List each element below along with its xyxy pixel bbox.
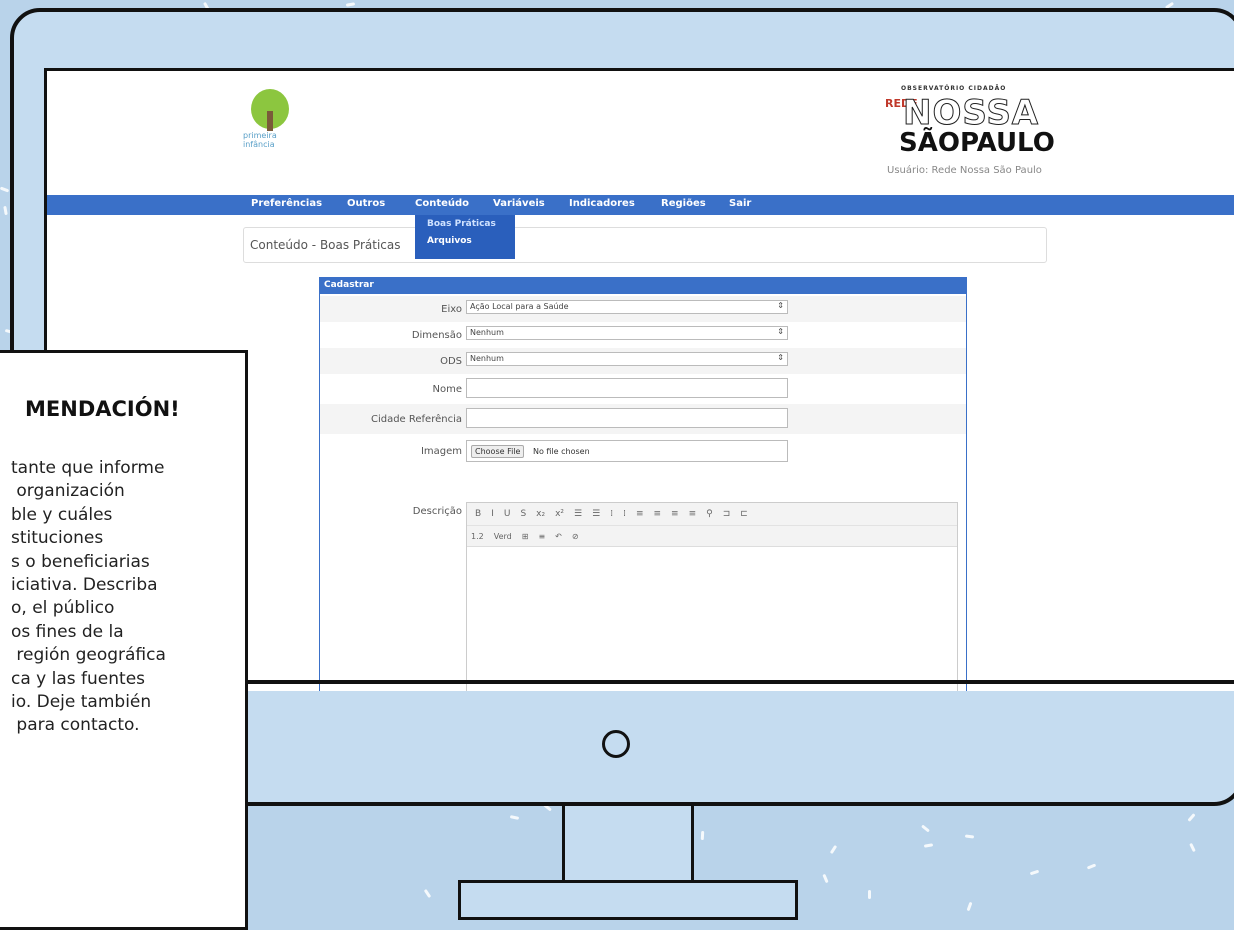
sprinkle bbox=[509, 815, 520, 820]
ods-label: ODS bbox=[440, 356, 462, 367]
logo-left-text: primeira infância bbox=[243, 131, 277, 149]
nav-sair[interactable]: Sair bbox=[729, 198, 751, 209]
nome-input[interactable] bbox=[466, 378, 788, 398]
card-text: tante que informe organización ble y cuá… bbox=[11, 458, 166, 736]
select-arrows-icon: ⇕ bbox=[777, 353, 784, 362]
breadcrumb: Conteúdo - Boas Práticas bbox=[250, 238, 401, 252]
imagem-file-input[interactable]: Choose File No file chosen bbox=[466, 440, 788, 462]
editor-toolbar-button[interactable]: ≡ bbox=[636, 509, 644, 519]
dropdown-boas-praticas[interactable]: Boas Práticas bbox=[415, 215, 515, 232]
editor-toolbar-button[interactable]: ☰ bbox=[592, 509, 600, 519]
sprinkle bbox=[829, 844, 838, 855]
editor-toolbar-button[interactable]: ≡ bbox=[538, 532, 545, 541]
dropdown-arquivos[interactable]: Arquivos bbox=[415, 232, 515, 249]
sprinkle bbox=[0, 186, 10, 193]
select-arrows-icon: ⇕ bbox=[777, 327, 784, 336]
editor-toolbar-row2: 1.2 Verd ⊞ ≡ ↶ ⊘ bbox=[467, 526, 957, 547]
editor-toolbar-button[interactable]: S bbox=[520, 509, 526, 519]
bezel-divider bbox=[242, 680, 1234, 684]
nav-preferencias[interactable]: Preferências bbox=[251, 198, 322, 209]
sprinkle bbox=[1086, 863, 1097, 870]
eixo-label: Eixo bbox=[441, 304, 462, 315]
nav-regioes[interactable]: Regiões bbox=[661, 198, 706, 209]
editor-toolbar-row1: B I U Sx₂ x² ☰ ☰ ⁞ ⁞ ≡ ≡ ≡ ≡ ⚲ ⊐ ⊏ bbox=[467, 503, 957, 526]
eixo-select[interactable]: Ação Local para a Saúde ⇕ bbox=[466, 300, 788, 314]
nav-outros[interactable]: Outros bbox=[347, 198, 385, 209]
nav-conteudo[interactable]: Conteúdo bbox=[415, 198, 469, 209]
editor-toolbar-button[interactable]: ⁞ bbox=[610, 509, 613, 519]
cadastrar-panel: Cadastrar Eixo Ação Local para a Saúde ⇕ … bbox=[319, 277, 967, 691]
dimensao-label: Dimensão bbox=[411, 330, 462, 341]
editor-toolbar-button[interactable]: ≡ bbox=[653, 509, 661, 519]
recommendation-card: MENDACIÓN! tante que informe organizació… bbox=[0, 350, 248, 930]
descricao-label: Descrição bbox=[412, 506, 462, 517]
sprinkle bbox=[822, 873, 829, 884]
editor-toolbar-button[interactable]: ☰ bbox=[574, 509, 582, 519]
editor-toolbar-button[interactable]: U bbox=[504, 509, 511, 519]
editor-toolbar-button[interactable]: ≡ bbox=[671, 509, 679, 519]
sprinkle bbox=[345, 2, 356, 7]
sprinkle bbox=[700, 830, 705, 841]
editor-toolbar-button[interactable]: ≡ bbox=[689, 509, 697, 519]
cidade-input[interactable] bbox=[466, 408, 788, 428]
cidade-row: Cidade Referência bbox=[320, 404, 966, 434]
sprinkle bbox=[1029, 869, 1040, 876]
primeira-infancia-logo: primeira infância bbox=[243, 89, 303, 169]
sprinkle bbox=[3, 205, 8, 216]
nome-row: Nome bbox=[320, 374, 966, 404]
user-label: Usuário: Rede Nossa São Paulo bbox=[887, 165, 1042, 176]
editor-toolbar-button[interactable]: ⊘ bbox=[572, 532, 579, 541]
editor-toolbar-button[interactable]: x² bbox=[555, 509, 564, 519]
editor-toolbar-button[interactable]: ⊐ bbox=[723, 509, 731, 519]
ods-select[interactable]: Nenhum ⇕ bbox=[466, 352, 788, 366]
editor-toolbar-button[interactable]: ⁞ bbox=[623, 509, 626, 519]
sprinkle bbox=[964, 834, 975, 839]
sprinkle bbox=[868, 890, 871, 899]
editor-toolbar-button[interactable]: x₂ bbox=[536, 509, 545, 519]
conteudo-dropdown: Boas Práticas Arquivos bbox=[415, 215, 515, 259]
ods-row: ODS Nenhum ⇕ bbox=[320, 348, 966, 374]
logo-observatorio: OBSERVATÓRIO CIDADÃO bbox=[901, 85, 1007, 92]
main-navbar: Preferências Outros Conteúdo Variáveis I… bbox=[47, 195, 1234, 215]
choose-file-button[interactable]: Choose File bbox=[471, 445, 525, 458]
nav-variaveis[interactable]: Variáveis bbox=[493, 198, 545, 209]
dimensao-row: Dimensão Nenhum ⇕ bbox=[320, 322, 966, 348]
nav-indicadores[interactable]: Indicadores bbox=[569, 198, 635, 209]
select-arrows-icon: ⇕ bbox=[777, 301, 784, 310]
breadcrumb-box: Conteúdo - Boas Práticas bbox=[243, 227, 1047, 263]
nome-label: Nome bbox=[432, 384, 463, 395]
sprinkle bbox=[923, 843, 934, 848]
editor-toolbar-button[interactable]: B bbox=[475, 509, 481, 519]
descricao-editor[interactable]: B I U Sx₂ x² ☰ ☰ ⁞ ⁞ ≡ ≡ ≡ ≡ ⚲ ⊐ ⊏ 1.2 Verd ⊞ ≡ ↶ ⊘ bbox=[466, 502, 958, 691]
sprinkle bbox=[966, 901, 973, 912]
no-file-text: No file chosen bbox=[533, 447, 590, 456]
editor-toolbar-button[interactable]: ⊞ bbox=[522, 532, 529, 541]
eixo-row: Eixo Ação Local para a Saúde ⇕ bbox=[320, 296, 966, 322]
imagem-row: Imagem Choose File No file chosen bbox=[320, 436, 966, 468]
rede-nossa-sao-paulo-logo: OBSERVATÓRIO CIDADÃO REDE NOSSA SÃOPAULO… bbox=[885, 85, 1085, 185]
sprinkle bbox=[1189, 842, 1196, 853]
power-button-icon bbox=[602, 730, 630, 758]
editor-toolbar-button[interactable]: ⚲ bbox=[706, 509, 713, 519]
sprinkle bbox=[1187, 813, 1196, 822]
sprinkle bbox=[423, 888, 432, 899]
editor-toolbar-button[interactable]: I bbox=[491, 509, 494, 519]
editor-toolbar-button[interactable]: ⊏ bbox=[740, 509, 748, 519]
imagem-label: Imagem bbox=[420, 446, 462, 457]
dimensao-select[interactable]: Nenhum ⇕ bbox=[466, 326, 788, 340]
card-title: MENDACIÓN! bbox=[25, 397, 180, 421]
monitor-foot bbox=[458, 880, 798, 920]
editor-toolbar-button[interactable]: Verd bbox=[494, 532, 512, 541]
editor-toolbar-button[interactable]: ↶ bbox=[555, 532, 562, 541]
logo-rede: REDE bbox=[885, 97, 918, 110]
cidade-label: Cidade Referência bbox=[370, 414, 462, 425]
monitor-neck bbox=[562, 806, 694, 886]
editor-toolbar-button[interactable]: 1.2 bbox=[471, 532, 484, 541]
logo-nossa: NOSSA bbox=[902, 93, 1040, 133]
panel-title: Cadastrar bbox=[320, 278, 966, 294]
sprinkle bbox=[921, 824, 930, 833]
logo-saopaulo: SÃOPAULO bbox=[899, 128, 1055, 158]
